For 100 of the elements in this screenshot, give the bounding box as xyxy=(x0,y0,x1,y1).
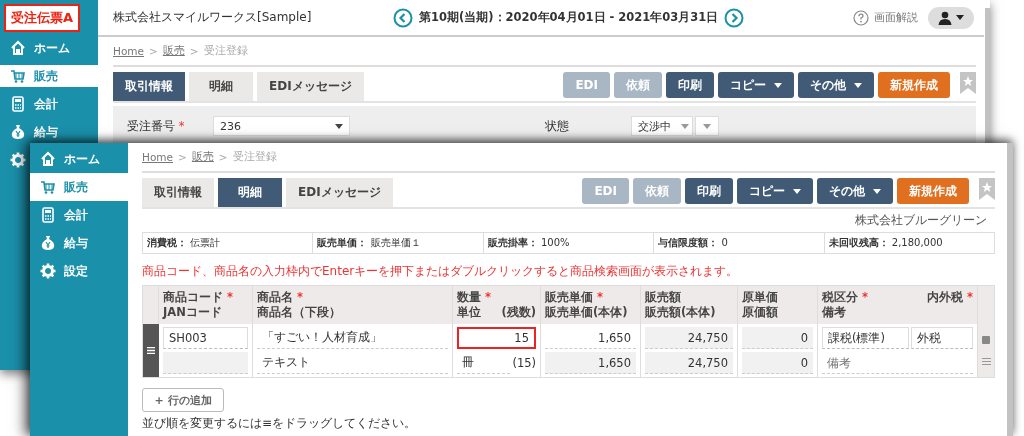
toolbar-button[interactable]: コピー xyxy=(718,72,794,98)
breadcrumb-separator: > xyxy=(189,45,199,57)
caret-icon xyxy=(335,123,343,129)
column-label: JANコード xyxy=(163,305,222,320)
summary-item: 未回収残高： 2,180,000 xyxy=(827,236,944,250)
settings-icon xyxy=(10,152,26,168)
caret-icon xyxy=(854,82,862,88)
column-label: 販売額(本体) xyxy=(645,305,716,320)
remaining-quantity: (15) xyxy=(512,356,536,370)
sidebar-item[interactable]: 設定 xyxy=(30,257,128,285)
money-bag-icon xyxy=(40,235,56,251)
toolbar-button[interactable]: その他 xyxy=(798,72,874,98)
column-label: 数量 * xyxy=(457,290,492,305)
sidebar-item[interactable]: ホーム xyxy=(30,145,128,173)
tax-category-field[interactable]: 課税(標準) xyxy=(822,327,909,349)
column-label: 税区分 * xyxy=(822,290,869,305)
summary-item: 販売掛率： 100% xyxy=(483,233,655,253)
user-icon xyxy=(938,10,952,25)
help-icon xyxy=(853,9,869,26)
summary-item: 消費税： 伝票計 xyxy=(143,233,314,253)
tax-mode-field[interactable]: 外税 xyxy=(911,327,973,349)
caret-icon xyxy=(793,188,801,194)
column-label: 商品コード * xyxy=(163,290,234,305)
add-row-button[interactable]: + 行の追加 xyxy=(142,388,224,412)
summary-item: 与信限度額： 0 xyxy=(654,233,825,253)
previous-icon[interactable] xyxy=(393,7,413,28)
scrollbar[interactable] xyxy=(1007,143,1013,436)
caret-icon xyxy=(873,188,881,194)
sidebar-item[interactable]: 給与 xyxy=(0,121,98,143)
home-icon xyxy=(10,40,26,56)
column-label: 商品名 * xyxy=(257,290,304,305)
toolbar-button[interactable]: 印刷 xyxy=(685,178,733,204)
caret-icon xyxy=(702,123,711,129)
breadcrumb-current: 受注登録 xyxy=(203,44,248,58)
column-label: 備考 xyxy=(822,305,846,320)
fiscal-period: 第10期(当期)：2020年04月01日 - 2021年03月31日 xyxy=(419,10,719,25)
calculator-icon xyxy=(40,207,56,223)
sidebar-item[interactable]: 会計 xyxy=(0,93,98,115)
menu-icon[interactable] xyxy=(981,358,991,365)
column-label: 販売単価 * xyxy=(545,290,604,305)
tab[interactable]: 取引情報 xyxy=(113,72,185,101)
select-field[interactable]: 交渉中 xyxy=(630,116,693,136)
toolbar-button[interactable]: コピー xyxy=(737,178,813,204)
field-label: 受注番号 * xyxy=(127,118,186,134)
cart-icon xyxy=(40,179,56,195)
drag-handle[interactable] xyxy=(143,324,159,377)
breadcrumb-separator: > xyxy=(149,45,158,57)
settings-icon xyxy=(40,263,56,279)
select-field[interactable] xyxy=(694,116,719,136)
hint-text: 並び順を変更するには≡をドラッグしてください。 xyxy=(142,415,418,432)
toolbar-button[interactable]: その他 xyxy=(817,178,893,204)
bookmark-star-icon[interactable] xyxy=(979,178,995,200)
column-label: 単位 xyxy=(457,305,481,320)
breadcrumb-link[interactable]: Home xyxy=(142,151,173,163)
summary-item: 販売単価： 販売単価１ xyxy=(313,233,484,253)
next-icon[interactable] xyxy=(724,7,745,28)
tab[interactable]: EDIメッセージ xyxy=(286,178,393,207)
money-bag-icon xyxy=(10,124,26,140)
breadcrumb-link[interactable]: 販売 xyxy=(162,44,185,58)
home-icon xyxy=(40,151,56,167)
customer-name: 株式会社ブルーグリーン xyxy=(854,213,987,228)
cart-icon xyxy=(10,68,26,84)
sidebar-item[interactable]: 販売 xyxy=(0,65,98,87)
user-menu[interactable] xyxy=(928,6,974,29)
code-field[interactable]: SH003 xyxy=(163,327,248,349)
tab[interactable]: EDIメッセージ xyxy=(257,72,364,101)
column-label: (残数) xyxy=(501,305,536,320)
sidebar-item[interactable]: 給与 xyxy=(30,229,128,257)
amount-value: 24,750 xyxy=(645,327,733,349)
caret-icon xyxy=(774,82,782,88)
company-name: 株式会社スマイルワークス[Sample] xyxy=(113,9,313,26)
unit-price-net-value: 1,650 xyxy=(545,352,636,374)
breadcrumb-link[interactable]: 販売 xyxy=(191,150,214,164)
product-name-field[interactable]: 「すごい！人材育成」 xyxy=(257,327,448,349)
help-link[interactable]: 画面解説 xyxy=(874,10,918,25)
breadcrumb-current: 受注登録 xyxy=(232,150,277,164)
column-label: 商品名（下段） xyxy=(257,305,341,320)
quantity-field[interactable]: 15 xyxy=(457,327,536,349)
sidebar-item[interactable]: 販売 xyxy=(30,173,128,201)
sidebar-item[interactable]: ホーム xyxy=(0,37,98,59)
select-field[interactable]: 236 xyxy=(213,116,350,136)
cost-price-value: 0 xyxy=(742,327,813,349)
cost-amount-value: 0 xyxy=(742,352,813,374)
sidebar-item[interactable]: 会計 xyxy=(30,201,128,229)
column-label: 原価額 xyxy=(742,305,778,320)
column-label: 販売単価(本体) xyxy=(545,305,628,320)
amount-net-value: 24,750 xyxy=(645,352,733,374)
tab[interactable]: 取引情報 xyxy=(142,178,214,207)
tab[interactable]: 明細 xyxy=(189,72,253,101)
calculator-icon xyxy=(10,96,26,112)
toolbar-button[interactable]: 印刷 xyxy=(666,72,714,98)
tab[interactable]: 明細 xyxy=(218,178,282,207)
document-label: 受注伝票A xyxy=(4,4,81,32)
caret-icon xyxy=(680,123,689,129)
breadcrumb-separator: > xyxy=(218,151,228,163)
notice-text: 商品コード、商品名の入力枠内でEnterキーを押下またはダブルクリックすると商品検索画面が表示されます。 xyxy=(142,263,740,280)
field-label: 状態 xyxy=(544,118,570,134)
bookmark-star-icon[interactable] xyxy=(960,72,976,94)
breadcrumb-link[interactable]: Home xyxy=(113,45,144,57)
breadcrumb-separator: > xyxy=(178,151,187,163)
